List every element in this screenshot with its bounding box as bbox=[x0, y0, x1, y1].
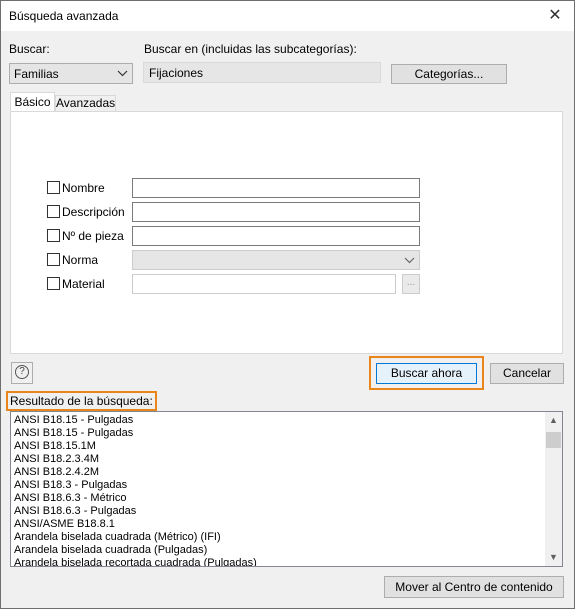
buscar-select[interactable]: Familias bbox=[9, 63, 133, 84]
search-now-button[interactable]: Buscar ahora bbox=[376, 363, 477, 384]
close-icon[interactable]: ✕ bbox=[541, 3, 569, 29]
norma-checkbox[interactable] bbox=[47, 253, 60, 266]
scroll-up-icon[interactable]: ▲ bbox=[545, 412, 562, 429]
list-item[interactable]: ANSI B18.6.3 - Métrico bbox=[14, 492, 544, 505]
list-item[interactable]: Arandela biselada recortada cuadrada (Pu… bbox=[14, 557, 544, 566]
buscar-select-value: Familias bbox=[14, 67, 59, 81]
results-list[interactable]: ANSI B18.15 - Pulgadas ANSI B18.15 - Pul… bbox=[10, 411, 563, 567]
pieza-input[interactable] bbox=[132, 226, 420, 246]
descripcion-checkbox[interactable] bbox=[47, 205, 60, 218]
list-item[interactable]: ANSI B18.2.4.2M bbox=[14, 466, 544, 479]
help-button[interactable]: ? bbox=[11, 362, 33, 384]
list-item[interactable]: Arandela biselada cuadrada (Pulgadas) bbox=[14, 544, 544, 557]
buscar-en-label: Buscar en (incluidas las subcategorías): bbox=[144, 42, 357, 56]
list-item[interactable]: ANSI B18.15 - Pulgadas bbox=[14, 427, 544, 440]
categorias-button[interactable]: Categorías... bbox=[391, 64, 507, 84]
nombre-input[interactable] bbox=[132, 178, 420, 198]
material-label: Material bbox=[62, 277, 105, 291]
pieza-label: Nº de pieza bbox=[62, 229, 124, 243]
list-item[interactable]: ANSI B18.15.1M bbox=[14, 440, 544, 453]
list-item[interactable]: ANSI B18.6.3 - Pulgadas bbox=[14, 505, 544, 518]
material-input[interactable] bbox=[132, 274, 396, 294]
window-title: Búsqueda avanzada bbox=[9, 9, 119, 23]
list-item[interactable]: Arandela biselada cuadrada (Métrico) (IF… bbox=[14, 531, 544, 544]
buscar-en-field: Fijaciones bbox=[143, 62, 381, 83]
pieza-checkbox[interactable] bbox=[47, 229, 60, 242]
tab-basico[interactable]: Básico bbox=[10, 92, 55, 112]
cancel-button[interactable]: Cancelar bbox=[490, 363, 564, 384]
descripcion-label: Descripción bbox=[62, 205, 125, 219]
chevron-down-icon bbox=[404, 253, 415, 270]
list-item[interactable]: ANSI B18.3 - Pulgadas bbox=[14, 479, 544, 492]
buscar-label: Buscar: bbox=[9, 42, 50, 56]
results-items: ANSI B18.15 - Pulgadas ANSI B18.15 - Pul… bbox=[14, 414, 544, 566]
advanced-search-dialog: Búsqueda avanzada ✕ Buscar: Familias Bus… bbox=[0, 0, 575, 609]
list-item[interactable]: ANSI/ASME B18.8.1 bbox=[14, 518, 544, 531]
scroll-thumb[interactable] bbox=[546, 432, 561, 448]
help-icon: ? bbox=[15, 365, 29, 379]
norma-label: Norma bbox=[62, 253, 99, 267]
scroll-down-icon[interactable]: ▼ bbox=[545, 549, 562, 566]
list-item[interactable]: ANSI B18.2.3.4M bbox=[14, 453, 544, 466]
nombre-checkbox[interactable] bbox=[47, 181, 60, 194]
move-to-content-center-button[interactable]: Mover al Centro de contenido bbox=[384, 576, 564, 598]
title-bar: Búsqueda avanzada ✕ bbox=[1, 1, 574, 31]
material-browse-button[interactable]: ... bbox=[402, 274, 420, 294]
norma-select[interactable] bbox=[132, 250, 420, 270]
buscar-en-value: Fijaciones bbox=[149, 66, 204, 80]
results-scrollbar[interactable]: ▲ ▼ bbox=[545, 412, 562, 566]
tab-avanzadas[interactable]: Avanzadas bbox=[55, 95, 116, 112]
results-label: Resultado de la búsqueda: bbox=[6, 391, 157, 411]
list-item[interactable]: ANSI B18.15 - Pulgadas bbox=[14, 414, 544, 427]
nombre-label: Nombre bbox=[62, 181, 105, 195]
chevron-down-icon bbox=[117, 66, 128, 83]
material-checkbox[interactable] bbox=[47, 277, 60, 290]
descripcion-input[interactable] bbox=[132, 202, 420, 222]
